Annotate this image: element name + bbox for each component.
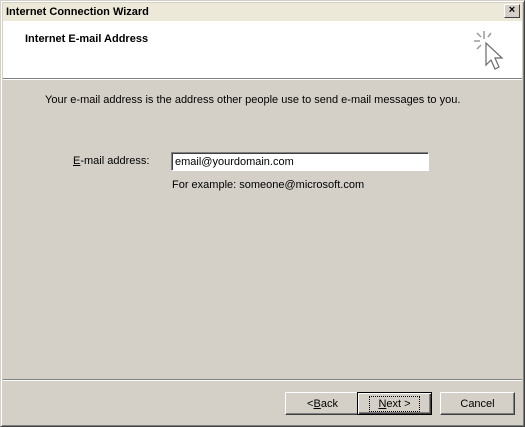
wizard-sparkle-cursor-icon — [474, 31, 504, 70]
wizard-header: Internet E-mail Address — [3, 21, 522, 79]
footer-divider-highlight — [3, 380, 522, 381]
wizard-window: Internet Connection Wizard × Internet E-… — [0, 0, 525, 427]
close-icon: × — [508, 4, 516, 16]
next-button[interactable]: Next > — [357, 392, 432, 415]
title-bar[interactable]: Internet Connection Wizard × — [3, 3, 522, 21]
header-divider — [3, 79, 522, 80]
close-button[interactable]: × — [504, 4, 520, 18]
window-title: Internet Connection Wizard — [6, 6, 149, 18]
back-button[interactable]: < Back — [285, 392, 360, 415]
email-example-text: For example: someone@microsoft.com — [172, 179, 365, 191]
page-title: Internet E-mail Address — [25, 33, 149, 45]
email-address-input[interactable] — [171, 152, 429, 171]
cancel-button[interactable]: Cancel — [440, 392, 515, 415]
email-address-label: E-mail address: — [73, 155, 150, 167]
intro-text: Your e-mail address is the address other… — [45, 94, 461, 106]
